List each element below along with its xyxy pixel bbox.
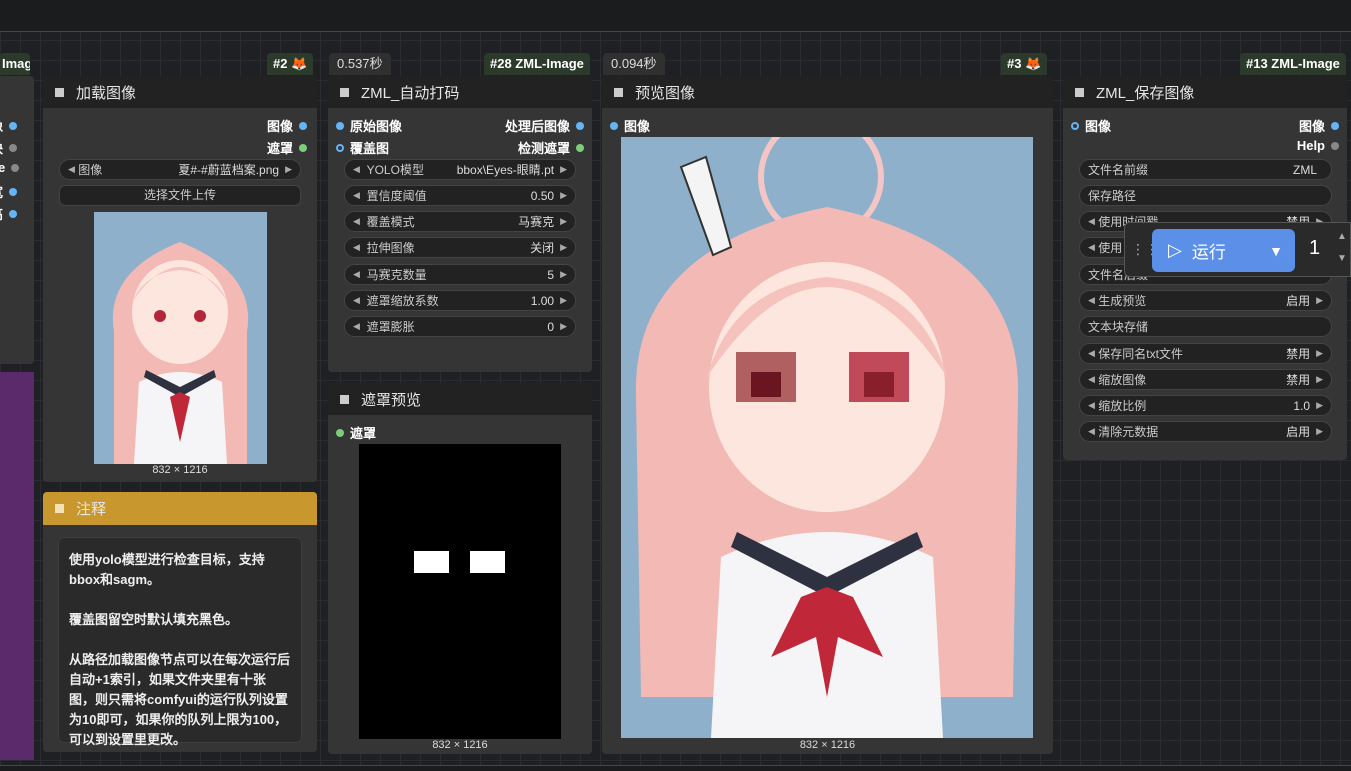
slot-label: 高 — [0, 204, 3, 223]
bottom-bar — [0, 765, 1351, 771]
slot-label: 图像 — [1085, 119, 1112, 134]
mask-scale-widget[interactable]: ◀ 遮罩缩放系数 1.00 ▶ — [344, 290, 576, 311]
image-dimensions: 832 × 1216 — [432, 739, 488, 751]
mask-dilate-widget[interactable]: ◀ 遮罩膨胀 0 ▶ — [344, 316, 576, 337]
slot-label: 遮罩 — [266, 141, 293, 156]
mask-box — [414, 551, 449, 573]
mask-image — [359, 444, 561, 739]
slot-label: 覆盖图 — [350, 141, 390, 156]
slot-label: 图像 — [266, 119, 293, 134]
output-dot[interactable] — [576, 121, 584, 130]
slot-label: 检测遮罩 — [517, 141, 570, 156]
partial-node[interactable]: 像 块 ne 宽 高 — [0, 76, 34, 364]
run-label: 运行 — [1191, 243, 1226, 262]
image-select[interactable]: ◀ 图像 夏#-#蔚蓝档案.png ▶ — [59, 159, 301, 180]
output-dot[interactable] — [576, 143, 584, 152]
top-bar — [0, 0, 1351, 32]
slot-label: 处理后图像 — [504, 119, 570, 134]
generate-preview-widget[interactable]: ◀ 生成预览 启用 ▶ — [1079, 290, 1332, 311]
node-title: ZML_自动打码 — [361, 84, 460, 102]
output-dot[interactable] — [9, 187, 18, 196]
slot-label: 图像 — [1298, 119, 1325, 134]
node-title: 遮罩预览 — [361, 391, 422, 409]
load-image-node[interactable]: 加载图像 图像 遮罩 ◀ 图像 夏#-#蔚蓝档案.png ▶ 选择文件上传 832 … — [43, 76, 317, 482]
node-tag: #13 ZML-Image — [1240, 53, 1346, 75]
image-dimensions: 832 × 1216 — [152, 464, 208, 476]
slot-label: 原始图像 — [350, 119, 403, 134]
input-dot[interactable] — [1071, 121, 1079, 130]
node-title: ZML_保存图像 — [1096, 84, 1195, 102]
output-dot[interactable] — [9, 121, 18, 130]
node-tag: #2 🦊 — [267, 53, 314, 75]
confidence-widget[interactable]: ◀ 置信度阈值 0.50 ▶ — [344, 185, 576, 206]
stretch-widget[interactable]: ◀ 拉伸图像 关闭 ▶ — [344, 237, 576, 258]
collapse-toggle[interactable] — [340, 87, 349, 97]
note-paragraph: 使用yolo模型进行检查目标，支持bbox和sagm。 — [69, 552, 265, 587]
note-paragraph: 从路径加载图像节点可以在每次运行后自动+1索引，如果文件夹里有十张图，则只需将c… — [69, 652, 291, 747]
image-dimensions: 832 × 1216 — [799, 739, 856, 751]
input-dot[interactable] — [336, 143, 344, 152]
upload-button[interactable]: 选择文件上传 — [59, 185, 301, 206]
text-block-storage[interactable]: 文本块存储 — [1079, 316, 1332, 337]
run-button[interactable]: ▷ 运行 ▼ — [1152, 229, 1295, 272]
collapse-toggle[interactable] — [340, 394, 349, 404]
save-path[interactable]: 保存路径 — [1079, 185, 1332, 206]
run-toolbar[interactable]: ⋮⋮ ▷ 运行 ▼ 1 ▲ ▼ — [1124, 222, 1351, 277]
output-dot[interactable] — [9, 143, 18, 152]
node-tag: Image — [0, 53, 30, 75]
collapse-toggle[interactable] — [55, 87, 64, 97]
input-dot[interactable] — [610, 121, 618, 130]
yolo-model-select[interactable]: ◀ YOLO模型 bbox\Eyes-眼睛.pt ▶ — [344, 159, 576, 180]
mosaic-count-widget[interactable]: ◀ 马赛克数量 5 ▶ — [344, 264, 576, 285]
scale-image-widget[interactable]: ◀ 缩放图像 禁用 ▶ — [1079, 369, 1332, 390]
slot-label: 图像 — [624, 119, 651, 134]
node-title: 注释 — [76, 501, 107, 518]
output-dot[interactable] — [1331, 121, 1339, 130]
node-title: 预览图像 — [635, 84, 696, 102]
output-dot[interactable] — [9, 209, 18, 218]
collapse-toggle[interactable] — [614, 87, 623, 97]
node-title: 加载图像 — [76, 84, 137, 102]
slot-label: ne — [0, 160, 6, 175]
scale-ratio-widget[interactable]: ◀ 缩放比例 1.0 ▶ — [1079, 395, 1332, 416]
note-node[interactable]: 注释 使用yolo模型进行检查目标，支持bbox和sagm。 覆盖图留空时默认填… — [43, 492, 317, 752]
mask-box — [470, 551, 505, 573]
note-paragraph: 覆盖图留空时默认填充黑色。 — [69, 612, 239, 627]
exec-time: 0.537秒 — [329, 53, 391, 75]
input-dot[interactable] — [336, 428, 344, 437]
output-dot[interactable] — [1331, 141, 1339, 150]
stepper-up-icon[interactable]: ▲ — [1337, 231, 1347, 242]
output-dot[interactable] — [11, 163, 20, 172]
save-txt-widget[interactable]: ◀ 保存同名txt文件 禁用 ▶ — [1079, 343, 1332, 364]
queue-count[interactable]: 1 — [1309, 237, 1320, 260]
collapse-toggle[interactable] — [55, 504, 64, 513]
collapse-toggle[interactable] — [1075, 87, 1084, 97]
image-thumbnail — [94, 212, 267, 464]
output-dot[interactable] — [299, 143, 307, 152]
filename-prefix[interactable]: 文件名前缀 ZML — [1079, 159, 1332, 180]
preview-image-node[interactable]: 预览图像 图像 832 × 1216 — [602, 76, 1053, 754]
mask-preview-node[interactable]: 遮罩预览 遮罩 832 × 1216 — [328, 383, 592, 754]
slot-label: 遮罩 — [350, 426, 377, 441]
node-tag: #3 🦊 — [1001, 53, 1048, 75]
node-tag: #28 ZML-Image — [484, 53, 590, 75]
slot-label: 宽 — [0, 182, 3, 201]
slot-label: Help — [1296, 138, 1325, 153]
stepper-down-icon[interactable]: ▼ — [1337, 253, 1347, 264]
play-icon: ▷ — [1168, 240, 1182, 260]
chevron-down-icon[interactable]: ▼ — [1269, 243, 1283, 259]
right-arrow-icon[interactable]: ▶ — [285, 164, 292, 175]
slot-label: 块 — [0, 138, 3, 157]
strip-metadata-widget[interactable]: ◀ 清除元数据 启用 ▶ — [1079, 421, 1332, 442]
note-text[interactable]: 使用yolo模型进行检查目标，支持bbox和sagm。 覆盖图留空时默认填充黑色… — [58, 537, 302, 747]
preview-image — [621, 137, 1033, 738]
cover-mode-widget[interactable]: ◀ 覆盖模式 马赛克 ▶ — [344, 211, 576, 232]
auto-mosaic-node[interactable]: ZML_自动打码 原始图像 覆盖图 处理后图像 检测遮罩 ◀ YOLO模型 bbo… — [328, 76, 592, 372]
slot-label: 像 — [0, 116, 3, 135]
input-dot[interactable] — [336, 121, 344, 130]
left-arrow-icon[interactable]: ◀ — [68, 164, 75, 175]
exec-time: 0.094秒 — [603, 53, 665, 75]
group-frame — [0, 372, 34, 760]
output-dot[interactable] — [299, 121, 307, 130]
